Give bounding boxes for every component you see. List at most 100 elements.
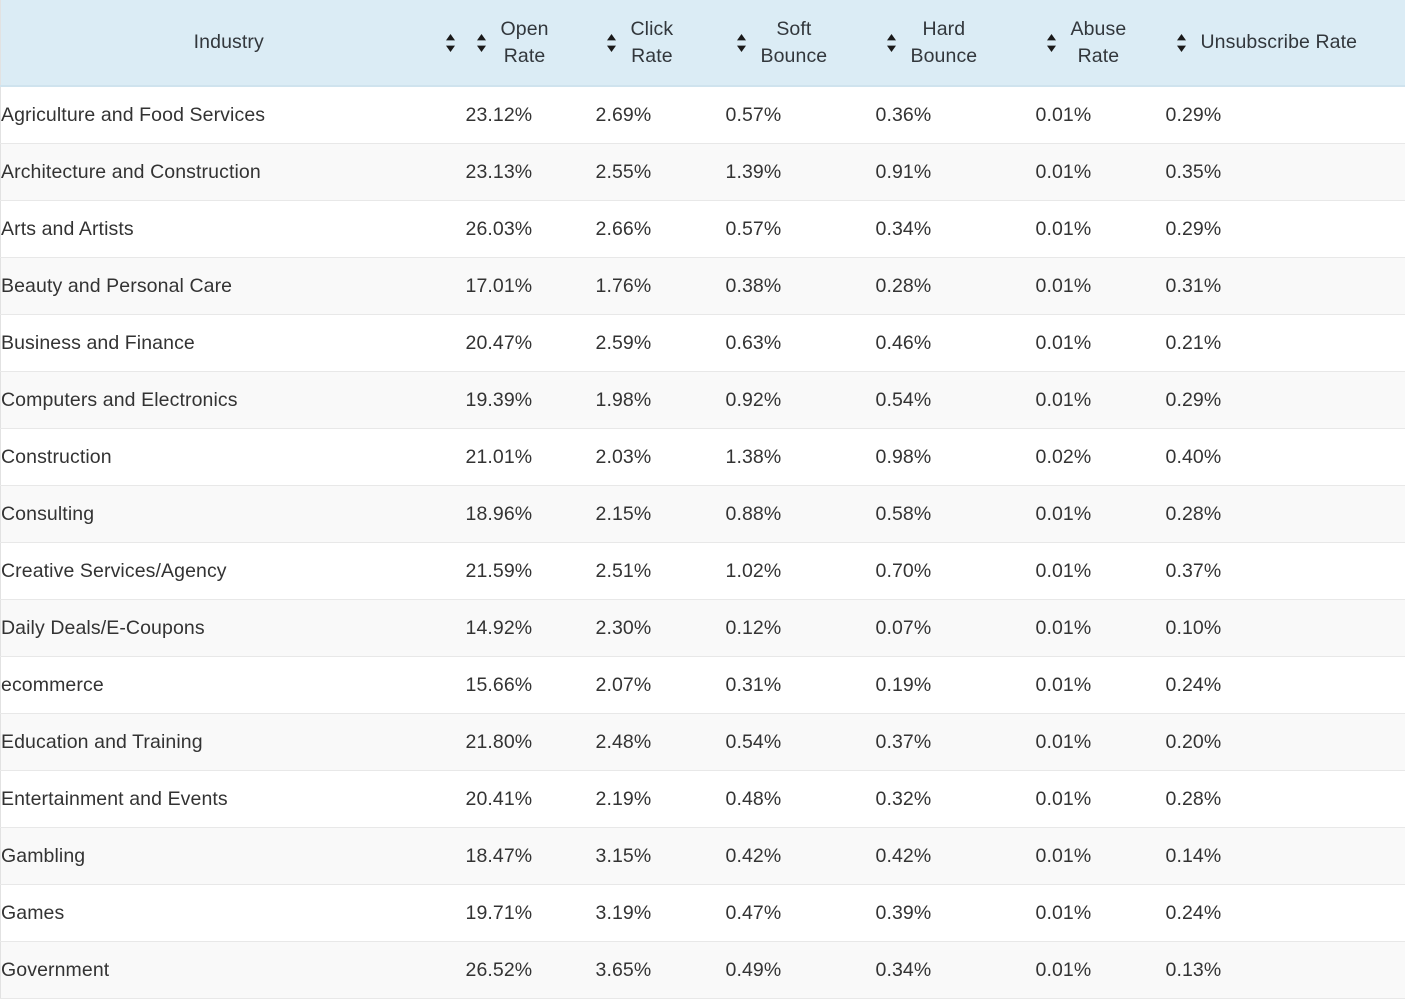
cell-hard_bounce: 0.28% [876,258,1036,315]
cell-abuse_rate: 0.01% [1036,486,1166,543]
cell-abuse_rate: 0.01% [1036,714,1166,771]
table-row: Business and Finance20.47%2.59%0.63%0.46… [1,315,1405,372]
cell-open_rate: 18.96% [466,486,596,543]
column-header-click_rate[interactable]: Click Rate [596,0,726,86]
column-header-soft_bounce[interactable]: Soft Bounce [726,0,876,86]
sort-arrows-icon[interactable] [476,32,487,54]
sort-arrows-icon[interactable] [1176,32,1187,54]
column-header-open_rate[interactable]: Open Rate [466,0,596,86]
cell-hard_bounce: 0.91% [876,144,1036,201]
cell-industry-name: Arts and Artists [1,201,466,258]
table-row: Agriculture and Food Services23.12%2.69%… [1,86,1405,144]
table-row: Arts and Artists26.03%2.66%0.57%0.34%0.0… [1,201,1405,258]
table-row: Construction21.01%2.03%1.38%0.98%0.02%0.… [1,429,1405,486]
cell-industry-name: Construction [1,429,466,486]
table-row: Beauty and Personal Care17.01%1.76%0.38%… [1,258,1405,315]
cell-abuse_rate: 0.01% [1036,315,1166,372]
sort-arrows-icon[interactable] [606,32,617,54]
cell-click_rate: 2.03% [596,429,726,486]
cell-unsubscribe_rate: 0.24% [1166,885,1405,942]
column-header-inner-unsubscribe_rate: Unsubscribe Rate [1166,0,1405,85]
cell-hard_bounce: 0.46% [876,315,1036,372]
table-row: Daily Deals/E-Coupons14.92%2.30%0.12% 0.0… [1,600,1405,657]
cell-open_rate: 26.52% [466,942,596,999]
cell-abuse_rate: 0.01% [1036,258,1166,315]
cell-hard_bounce: 0.37% [876,714,1036,771]
sort-arrows-icon[interactable] [1046,32,1057,54]
column-header-unsubscribe_rate[interactable]: Unsubscribe Rate [1166,0,1405,86]
column-header-inner-hard_bounce: Hard Bounce [876,0,1036,85]
cell-unsubscribe_rate: 0.13% [1166,942,1405,999]
column-header-inner-open_rate: Open Rate [466,0,596,85]
cell-industry-name: Education and Training [1,714,466,771]
cell-hard_bounce: 0.36% [876,86,1036,144]
column-header-inner-soft_bounce: Soft Bounce [726,0,876,85]
cell-abuse_rate: 0.01% [1036,86,1166,144]
cell-click_rate: 2.59% [596,315,726,372]
cell-abuse_rate: 0.02% [1036,429,1166,486]
table-row: Architecture and Construction23.13%2.55%… [1,144,1405,201]
cell-unsubscribe_rate: 0.28% [1166,771,1405,828]
cell-click_rate: 2.30% [596,600,726,657]
cell-abuse_rate: 0.01% [1036,144,1166,201]
cell-click_rate: 3.65% [596,942,726,999]
cell-open_rate: 20.47% [466,315,596,372]
column-header-label-open_rate: Open Rate [501,16,549,70]
column-header-abuse_rate[interactable]: Abuse Rate [1036,0,1166,86]
cell-abuse_rate: 0.01% [1036,942,1166,999]
cell-click_rate: 2.07% [596,657,726,714]
column-header-label-industry: Industry [13,29,445,56]
cell-soft_bounce: 1.38% [726,429,876,486]
sort-arrows-icon[interactable] [886,32,897,54]
cell-abuse_rate: 0.01% [1036,657,1166,714]
cell-abuse_rate: 0.01% [1036,771,1166,828]
cell-industry-name: Daily Deals/E-Coupons [1,600,466,657]
table-body: Agriculture and Food Services23.12%2.69%… [1,86,1405,999]
cell-open_rate: 15.66% [466,657,596,714]
cell-hard_bounce: 0.70% [876,543,1036,600]
cell-unsubscribe_rate: 0.24% [1166,657,1405,714]
cell-soft_bounce: 0.12% [726,600,876,657]
table-row: ecommerce15.66%2.07%0.31%0.19%0.01%0.24% [1,657,1405,714]
cell-open_rate: 18.47% [466,828,596,885]
cell-industry-name: Gambling [1,828,466,885]
cell-hard_bounce: 0.19% [876,657,1036,714]
table-header-row: Industry Open Rate Click Rate Soft Bounce Ha… [1,0,1405,86]
cell-abuse_rate: 0.01% [1036,600,1166,657]
cell-soft_bounce: 0.38% [726,258,876,315]
cell-open_rate: 14.92% [466,600,596,657]
industry-benchmarks-table: Industry Open Rate Click Rate Soft Bounce Ha… [0,0,1405,999]
cell-soft_bounce: 0.92% [726,372,876,429]
cell-abuse_rate: 0.01% [1036,201,1166,258]
cell-unsubscribe_rate: 0.31% [1166,258,1405,315]
cell-hard_bounce: 0.58% [876,486,1036,543]
table-row: Government26.52%3.65%0.49%0.34%0.01%0.13… [1,942,1405,999]
sort-arrows-icon[interactable] [445,32,456,54]
cell-soft_bounce: 0.31% [726,657,876,714]
column-header-label-soft_bounce: Soft Bounce [761,16,828,70]
column-header-label-hard_bounce: Hard Bounce [911,16,978,70]
cell-unsubscribe_rate: 0.29% [1166,201,1405,258]
cell-hard_bounce: 0.98% [876,429,1036,486]
column-header-label-unsubscribe_rate: Unsubscribe Rate [1201,29,1358,56]
cell-click_rate: 2.15% [596,486,726,543]
cell-industry-name: Games [1,885,466,942]
column-header-industry[interactable]: Industry [1,0,466,86]
table-row: Creative Services/Agency21.59%2.51%1.02%… [1,543,1405,600]
cell-abuse_rate: 0.01% [1036,543,1166,600]
column-header-hard_bounce[interactable]: Hard Bounce [876,0,1036,86]
cell-soft_bounce: 0.49% [726,942,876,999]
cell-click_rate: 1.76% [596,258,726,315]
table-row: Education and Training21.80%2.48%0.54%0.… [1,714,1405,771]
cell-abuse_rate: 0.01% [1036,828,1166,885]
cell-industry-name: Consulting [1,486,466,543]
cell-open_rate: 21.01% [466,429,596,486]
sort-arrows-icon[interactable] [736,32,747,54]
cell-industry-name: Computers and Electronics [1,372,466,429]
cell-unsubscribe_rate: 0.14% [1166,828,1405,885]
table-row: Computers and Electronics19.39%1.98%0.92… [1,372,1405,429]
table-row: Entertainment and Events20.41%2.19%0.48%… [1,771,1405,828]
cell-industry-name: Business and Finance [1,315,466,372]
column-header-inner-industry: Industry [1,0,466,85]
cell-industry-name: Beauty and Personal Care [1,258,466,315]
